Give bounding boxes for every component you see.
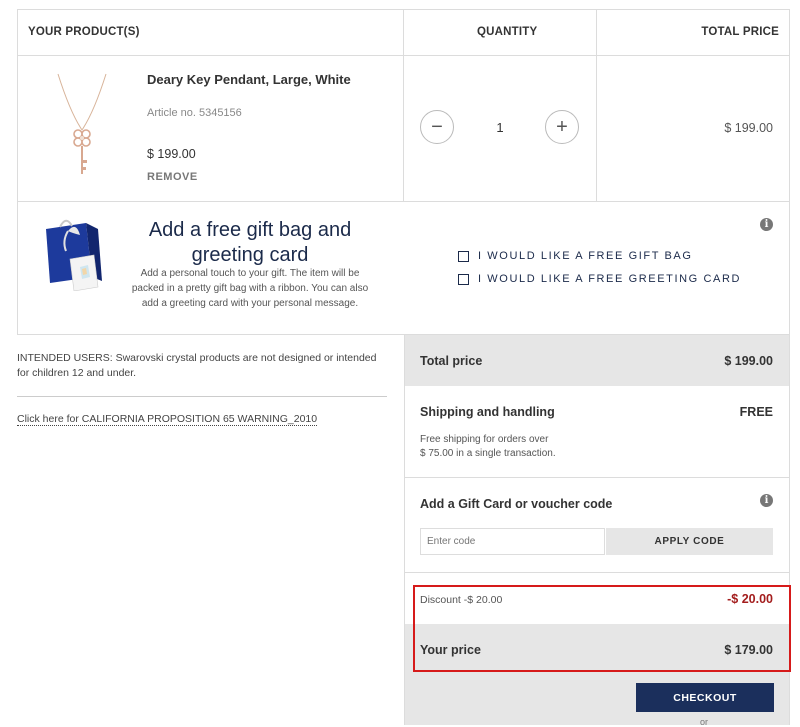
checkout-button[interactable]: CHECKOUT <box>636 683 774 712</box>
prop65-warning-link[interactable]: Click here for CALIFORNIA PROPOSITION 65… <box>17 413 318 426</box>
total-price-label: Total price <box>420 354 483 368</box>
header-divider <box>18 55 789 56</box>
header-products: YOUR PRODUCT(S) <box>28 26 140 38</box>
greeting-card-option-label: I WOULD LIKE A FREE GREETING CARD <box>478 273 742 285</box>
minus-icon: − <box>431 115 443 138</box>
greeting-card-checkbox[interactable] <box>458 273 469 285</box>
voucher-section: Add a Gift Card or voucher code i APPLY … <box>405 478 789 573</box>
gift-description: Add a personal touch to your gift. The i… <box>131 268 369 309</box>
or-separator: or <box>700 717 709 727</box>
info-icon[interactable]: i <box>760 218 773 231</box>
plus-icon: + <box>556 115 568 138</box>
greeting-card-option[interactable]: I WOULD LIKE A FREE GREETING CARD <box>458 273 741 285</box>
gift-bag-checkbox[interactable] <box>458 250 469 262</box>
shipping-note-line-2: $ 75.00 in a single transaction. <box>420 448 556 459</box>
article-number: Article no. 5345156 <box>147 107 242 119</box>
total-price-row: Total price $ 199.00 <box>405 335 789 386</box>
apply-code-button[interactable]: APPLY CODE <box>606 528 773 555</box>
header-total-price: TOTAL PRICE <box>701 26 779 38</box>
info-icon[interactable]: i <box>760 494 773 507</box>
gift-bag-option[interactable]: I WOULD LIKE A FREE GIFT BAG <box>458 250 693 262</box>
column-divider <box>403 10 404 201</box>
increase-quantity-button[interactable]: + <box>545 110 579 144</box>
discount-highlight-box <box>413 585 791 672</box>
product-name[interactable]: Deary Key Pendant, Large, White <box>147 72 351 87</box>
column-divider <box>596 10 597 201</box>
voucher-label: Add a Gift Card or voucher code <box>420 497 613 511</box>
row-divider <box>18 201 789 202</box>
voucher-code-input[interactable] <box>420 528 605 555</box>
gift-bag-image <box>46 219 102 291</box>
shipping-label: Shipping and handling <box>420 405 555 419</box>
header-quantity: QUANTITY <box>477 26 538 38</box>
key-pendant-image[interactable] <box>50 72 114 180</box>
total-price-value: $ 199.00 <box>724 354 773 368</box>
unit-price: $ 199.00 <box>147 147 196 161</box>
shipping-row: Shipping and handling FREE Free shipping… <box>405 386 789 478</box>
remove-link[interactable]: REMOVE <box>147 171 198 183</box>
quantity-value: 1 <box>496 120 504 135</box>
intended-users-notice: INTENDED USERS: Swarovski crystal produc… <box>17 352 377 379</box>
shipping-note-line-1: Free shipping for orders over <box>420 434 549 445</box>
row-total-price: $ 199.00 <box>724 121 773 135</box>
decrease-quantity-button[interactable]: − <box>420 110 454 144</box>
shipping-value: FREE <box>739 405 773 419</box>
gift-title: Add a free gift bag and greeting card <box>148 219 352 266</box>
divider <box>17 396 387 397</box>
gift-bag-option-label: I WOULD LIKE A FREE GIFT BAG <box>478 250 693 262</box>
